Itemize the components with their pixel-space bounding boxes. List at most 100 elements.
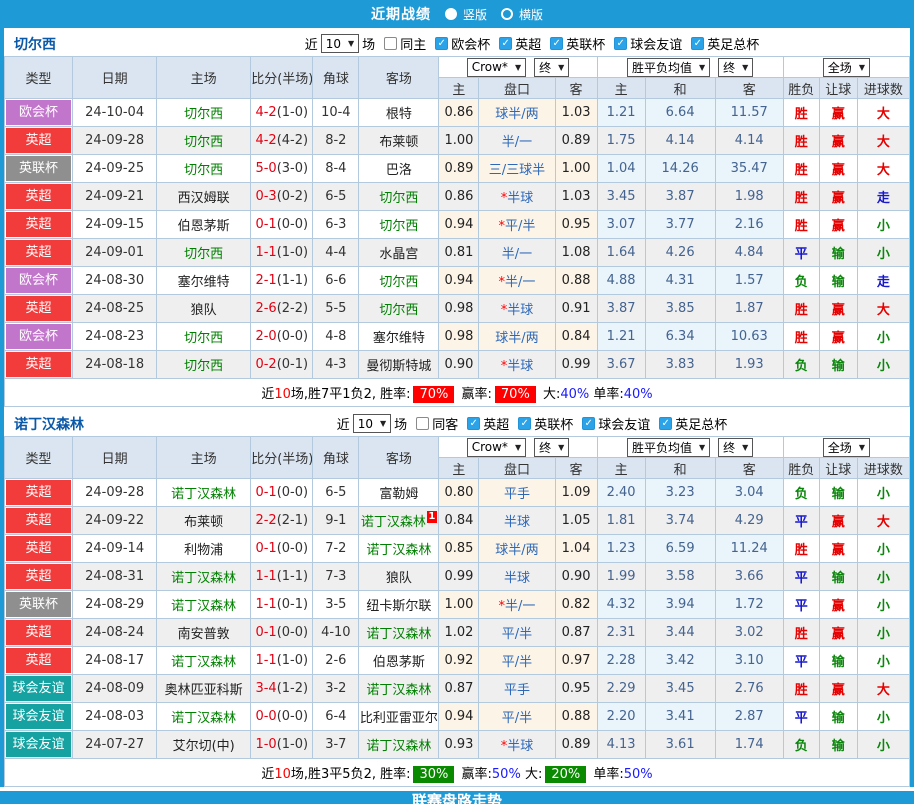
league-checkbox[interactable]: ✓ [550, 37, 563, 50]
cell-odds-away: 0.88 [555, 703, 597, 731]
odds-time-select[interactable]: 终▼ [534, 438, 569, 457]
fulltime-score: 1-1 [255, 653, 276, 668]
avg-time-select[interactable]: 终▼ [718, 58, 753, 77]
horizontal-radio[interactable] [501, 8, 513, 20]
cell-away-team: 比利亚雷亚尔 [359, 703, 439, 731]
league-checkbox-label[interactable]: 球会友谊 [598, 414, 650, 433]
away-team-name: 曼彻斯特城 [366, 359, 431, 374]
summary-segment: 赢率: [457, 767, 492, 782]
match-row: 欧会杯24-08-30塞尔维特2-1(1-1)6-6切尔西0.94*半/一0.8… [5, 267, 910, 295]
cell-result: 平 [783, 507, 819, 535]
scope-select[interactable]: 全场▼ [823, 58, 870, 77]
summary-segment: 大: [539, 387, 561, 402]
match-count-select[interactable]: 10▼ [321, 34, 359, 53]
league-checkbox-label[interactable]: 球会友谊 [630, 34, 682, 53]
cell-avg-draw: 14.26 [645, 155, 715, 183]
away-team-name: 切尔西 [379, 219, 418, 234]
cell-handicap-result: 赢 [819, 591, 857, 619]
result-value: 胜 [795, 191, 808, 206]
league-badge: 英联杯 [6, 592, 71, 617]
cell-handicap-line: 球半/两 [479, 323, 555, 351]
league-checkbox-label[interactable]: 英联杯 [534, 414, 573, 433]
same-venue-label[interactable]: 同客 [432, 414, 458, 433]
scope-group-header: 全场▼ [783, 57, 909, 78]
col-avg-home: 主 [597, 78, 645, 99]
halftime-score: (0-0) [277, 541, 308, 556]
cell-score: 2-0(0-0) [251, 323, 313, 351]
cell-avg-draw: 4.26 [645, 239, 715, 267]
match-row: 英联杯24-08-29诺丁汉森林1-1(0-1)3-5纽卡斯尔联1.00*半/一… [5, 591, 910, 619]
cell-avg-home: 2.29 [597, 675, 645, 703]
cell-home-team: 切尔西 [157, 323, 251, 351]
halftime-score: (0-0) [277, 217, 308, 232]
cell-avg-draw: 6.64 [645, 99, 715, 127]
vertical-radio-label[interactable]: 竖版 [463, 6, 487, 23]
avg-time-select[interactable]: 终▼ [718, 438, 753, 457]
league-checkbox-label[interactable]: 英足总杯 [675, 414, 727, 433]
match-row: 球会友谊24-08-03诺丁汉森林0-0(0-0)6-4比利亚雷亚尔0.94平/… [5, 703, 910, 731]
avg-select[interactable]: 胜平负均值▼ [627, 438, 710, 457]
cell-odds-away: 0.91 [555, 295, 597, 323]
league-checkbox[interactable]: ✓ [659, 417, 672, 430]
league-checkbox-label[interactable]: 英超 [515, 34, 541, 53]
cell-league: 英联杯 [5, 591, 73, 619]
fulltime-score: 1-1 [255, 245, 276, 260]
cell-avg-draw: 3.23 [645, 479, 715, 507]
match-row: 英超24-08-31诺丁汉森林1-1(1-1)7-3狼队0.99半球0.901.… [5, 563, 910, 591]
cell-handicap-line: 平/半 [479, 703, 555, 731]
avg-group-header: 胜平负均值▼ 终▼ [597, 57, 783, 78]
cell-odds-away: 1.03 [555, 99, 597, 127]
same-venue-checkbox[interactable] [384, 37, 397, 50]
league-checkbox-label[interactable]: 欧会杯 [451, 34, 490, 53]
home-team-name: 切尔西 [184, 135, 223, 150]
horizontal-radio-label[interactable]: 横版 [519, 6, 543, 23]
league-checkbox[interactable]: ✓ [582, 417, 595, 430]
goals-result-value: 大 [877, 163, 890, 178]
league-checkbox[interactable]: ✓ [614, 37, 627, 50]
same-venue-checkbox[interactable] [416, 417, 429, 430]
odds-time-select[interactable]: 终▼ [534, 58, 569, 77]
goals-result-value: 大 [877, 683, 890, 698]
home-team-name: 塞尔维特 [178, 275, 230, 290]
cell-date: 24-09-14 [73, 535, 157, 563]
cell-score: 0-1(0-0) [251, 619, 313, 647]
handicap-result-value: 输 [832, 487, 845, 502]
home-team-name: 切尔西 [184, 331, 223, 346]
league-checkbox[interactable]: ✓ [499, 37, 512, 50]
cell-handicap-line: 平/半 [479, 619, 555, 647]
cell-odds-home: 0.98 [439, 295, 479, 323]
cell-home-team: 切尔西 [157, 155, 251, 183]
same-venue-label[interactable]: 同主 [400, 34, 426, 53]
near-label: 近 [337, 414, 350, 433]
league-checkbox[interactable]: ✓ [691, 37, 704, 50]
match-row: 英超24-08-18切尔西0-2(0-1)4-3曼彻斯特城0.90*半球0.99… [5, 351, 910, 379]
cell-handicap-result: 输 [819, 563, 857, 591]
vertical-radio[interactable] [445, 8, 457, 20]
result-value: 平 [795, 655, 808, 670]
league-checkbox[interactable]: ✓ [467, 417, 480, 430]
league-checkbox-label[interactable]: 英超 [483, 414, 509, 433]
avg-select[interactable]: 胜平负均值▼ [627, 58, 710, 77]
summary-segment: 近 [261, 387, 274, 402]
home-team-name: 诺丁汉森林 [171, 487, 236, 502]
cell-league: 欧会杯 [5, 323, 73, 351]
scope-select[interactable]: 全场▼ [823, 438, 870, 457]
bookmaker-select[interactable]: Crow*▼ [467, 438, 526, 457]
league-checkbox[interactable]: ✓ [518, 417, 531, 430]
league-checkbox-label[interactable]: 英足总杯 [707, 34, 759, 53]
bookmaker-select[interactable]: Crow*▼ [467, 58, 526, 77]
handicap-result-value: 赢 [832, 135, 845, 150]
goals-result-value: 小 [877, 655, 890, 670]
handicap-result-value: 输 [832, 275, 845, 290]
cell-away-team: 曼彻斯特城 [359, 351, 439, 379]
handicap-result-value: 赢 [832, 191, 845, 206]
league-checkbox[interactable]: ✓ [435, 37, 448, 50]
team-name: 诺丁汉森林 [4, 414, 154, 434]
fulltime-score: 4-2 [255, 133, 276, 148]
cell-away-team: 布莱顿 [359, 127, 439, 155]
match-count-select[interactable]: 10▼ [353, 414, 391, 433]
cell-odds-away: 0.89 [555, 731, 597, 759]
fulltime-score: 2-1 [255, 273, 276, 288]
cell-away-team: 切尔西 [359, 183, 439, 211]
league-checkbox-label[interactable]: 英联杯 [566, 34, 605, 53]
